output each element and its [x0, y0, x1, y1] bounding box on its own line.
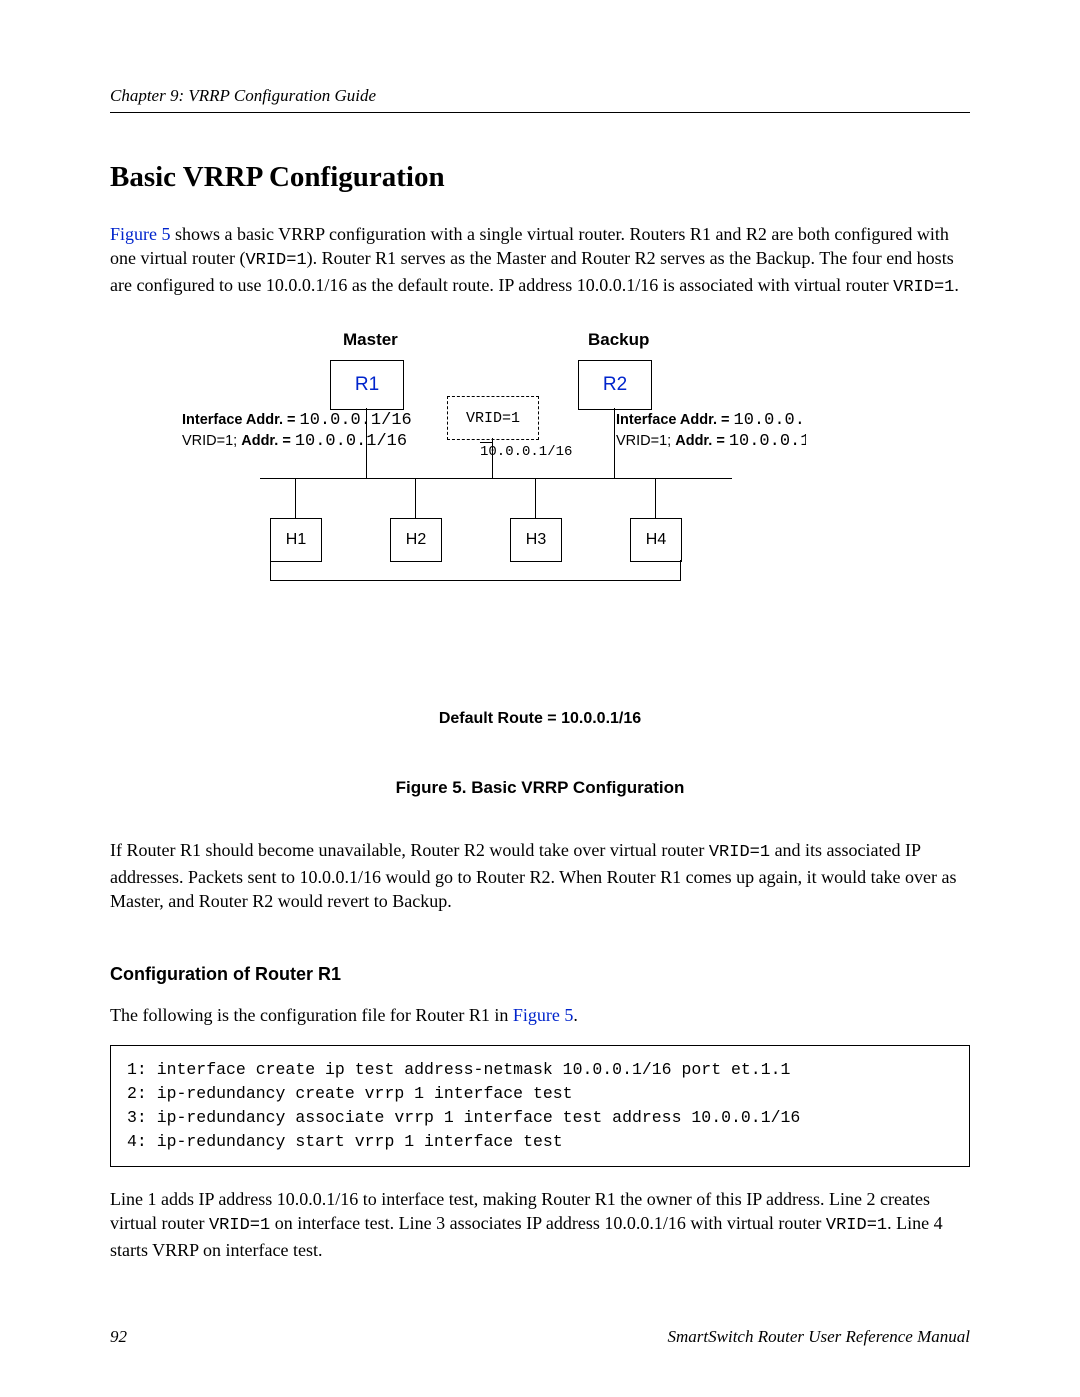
- vrid-code-2: VRID=1: [893, 278, 954, 297]
- failover-pre: If Router R1 should become unavailable, …: [110, 840, 709, 860]
- config-intro-pre: The following is the configuration file …: [110, 1005, 513, 1025]
- master-label: Master: [343, 330, 398, 350]
- r2-line2-pre: VRID=1;: [616, 433, 675, 449]
- intro-paragraph: Figure 5 shows a basic VRRP configuratio…: [110, 222, 970, 300]
- line-h1: [295, 478, 296, 518]
- failover-paragraph: If Router R1 should become unavailable, …: [110, 838, 970, 914]
- figure-reference-link[interactable]: Figure 5: [110, 224, 171, 244]
- explain-vrid-1: VRID=1: [209, 1216, 270, 1235]
- r1-ifaddr-label: Interface Addr. =: [182, 412, 300, 428]
- line-h3: [535, 478, 536, 518]
- line-vr: [492, 438, 493, 478]
- r1-line2-pre: VRID=1;: [182, 433, 241, 449]
- r2-addr-label: Addr. =: [675, 433, 729, 449]
- figure-reference-link-2[interactable]: Figure 5: [513, 1005, 574, 1025]
- config-intro-post: .: [573, 1005, 578, 1025]
- page-footer: 92 SmartSwitch Router User Reference Man…: [110, 1327, 970, 1347]
- h2-label: H2: [406, 531, 426, 549]
- bracket-bottom: [270, 580, 681, 581]
- code-line-2: 2: ip-redundancy create vrrp 1 interface…: [127, 1084, 573, 1103]
- figure-diagram: Master Backup R1 R2 VRID=1 10.0.0.1/16 I…: [190, 330, 890, 650]
- page: Chapter 9: VRRP Configuration Guide Basi…: [0, 0, 1080, 1397]
- r2-ifaddr-val: 10.0.0.2/16: [734, 411, 806, 430]
- code-line-3: 3: ip-redundancy associate vrrp 1 interf…: [127, 1108, 800, 1127]
- r2-label: R2: [603, 374, 627, 396]
- router-r1: R1: [330, 360, 404, 410]
- line-h2: [415, 478, 416, 518]
- r2-addr-block: Interface Addr. = 10.0.0.2/16 VRID=1; Ad…: [616, 410, 806, 453]
- line-r2: [614, 408, 615, 478]
- explain-mid: on interface test. Line 3 associates IP …: [270, 1213, 826, 1233]
- code-line-1: 1: interface create ip test address-netm…: [127, 1060, 790, 1079]
- section-title: Basic VRRP Configuration: [110, 161, 970, 194]
- config-r1-intro: The following is the configuration file …: [110, 1003, 970, 1027]
- r1-addr-block: Interface Addr. = 10.0.0.1/16 VRID=1; Ad…: [182, 410, 412, 453]
- vr-vrid: VRID=1: [466, 410, 520, 427]
- code-line-4: 4: ip-redundancy start vrrp 1 interface …: [127, 1132, 563, 1151]
- bracket-r: [680, 560, 681, 580]
- host-h1: H1: [270, 518, 322, 562]
- backup-label: Backup: [588, 330, 649, 350]
- network-bus: [260, 478, 732, 479]
- h4-label: H4: [646, 531, 666, 549]
- running-head: Chapter 9: VRRP Configuration Guide: [110, 86, 970, 113]
- host-h2: H2: [390, 518, 442, 562]
- config-code-block: 1: interface create ip test address-netm…: [110, 1045, 970, 1167]
- r1-addr-label: Addr. =: [241, 433, 295, 449]
- config-explain-paragraph: Line 1 adds IP address 10.0.0.1/16 to in…: [110, 1187, 970, 1263]
- default-route-label: Default Route = 10.0.0.1/16: [110, 710, 970, 728]
- page-number: 92: [110, 1327, 127, 1347]
- r1-label: R1: [355, 374, 379, 396]
- r2-addr-val: 10.0.0.1/16: [729, 432, 806, 451]
- bracket-l: [270, 560, 271, 580]
- r1-addr-val: 10.0.0.1/16: [295, 432, 407, 451]
- virtual-router-box: VRID=1: [447, 396, 539, 440]
- figure-caption: Figure 5. Basic VRRP Configuration: [110, 778, 970, 798]
- line-h4: [655, 478, 656, 518]
- h1-label: H1: [286, 531, 306, 549]
- h3-label: H3: [526, 531, 546, 549]
- intro-period: .: [954, 275, 959, 295]
- explain-vrid-2: VRID=1: [826, 1216, 887, 1235]
- host-h3: H3: [510, 518, 562, 562]
- host-h4: H4: [630, 518, 682, 562]
- vrid-code: VRID=1: [245, 251, 306, 270]
- r1-ifaddr-val: 10.0.0.1/16: [300, 411, 412, 430]
- line-r1: [366, 408, 367, 478]
- router-r2: R2: [578, 360, 652, 410]
- book-title: SmartSwitch Router User Reference Manual: [668, 1327, 970, 1347]
- config-r1-heading: Configuration of Router R1: [110, 964, 970, 985]
- failover-vrid: VRID=1: [709, 843, 770, 862]
- r2-ifaddr-label: Interface Addr. =: [616, 412, 734, 428]
- vr-ip: 10.0.0.1/16: [480, 444, 572, 460]
